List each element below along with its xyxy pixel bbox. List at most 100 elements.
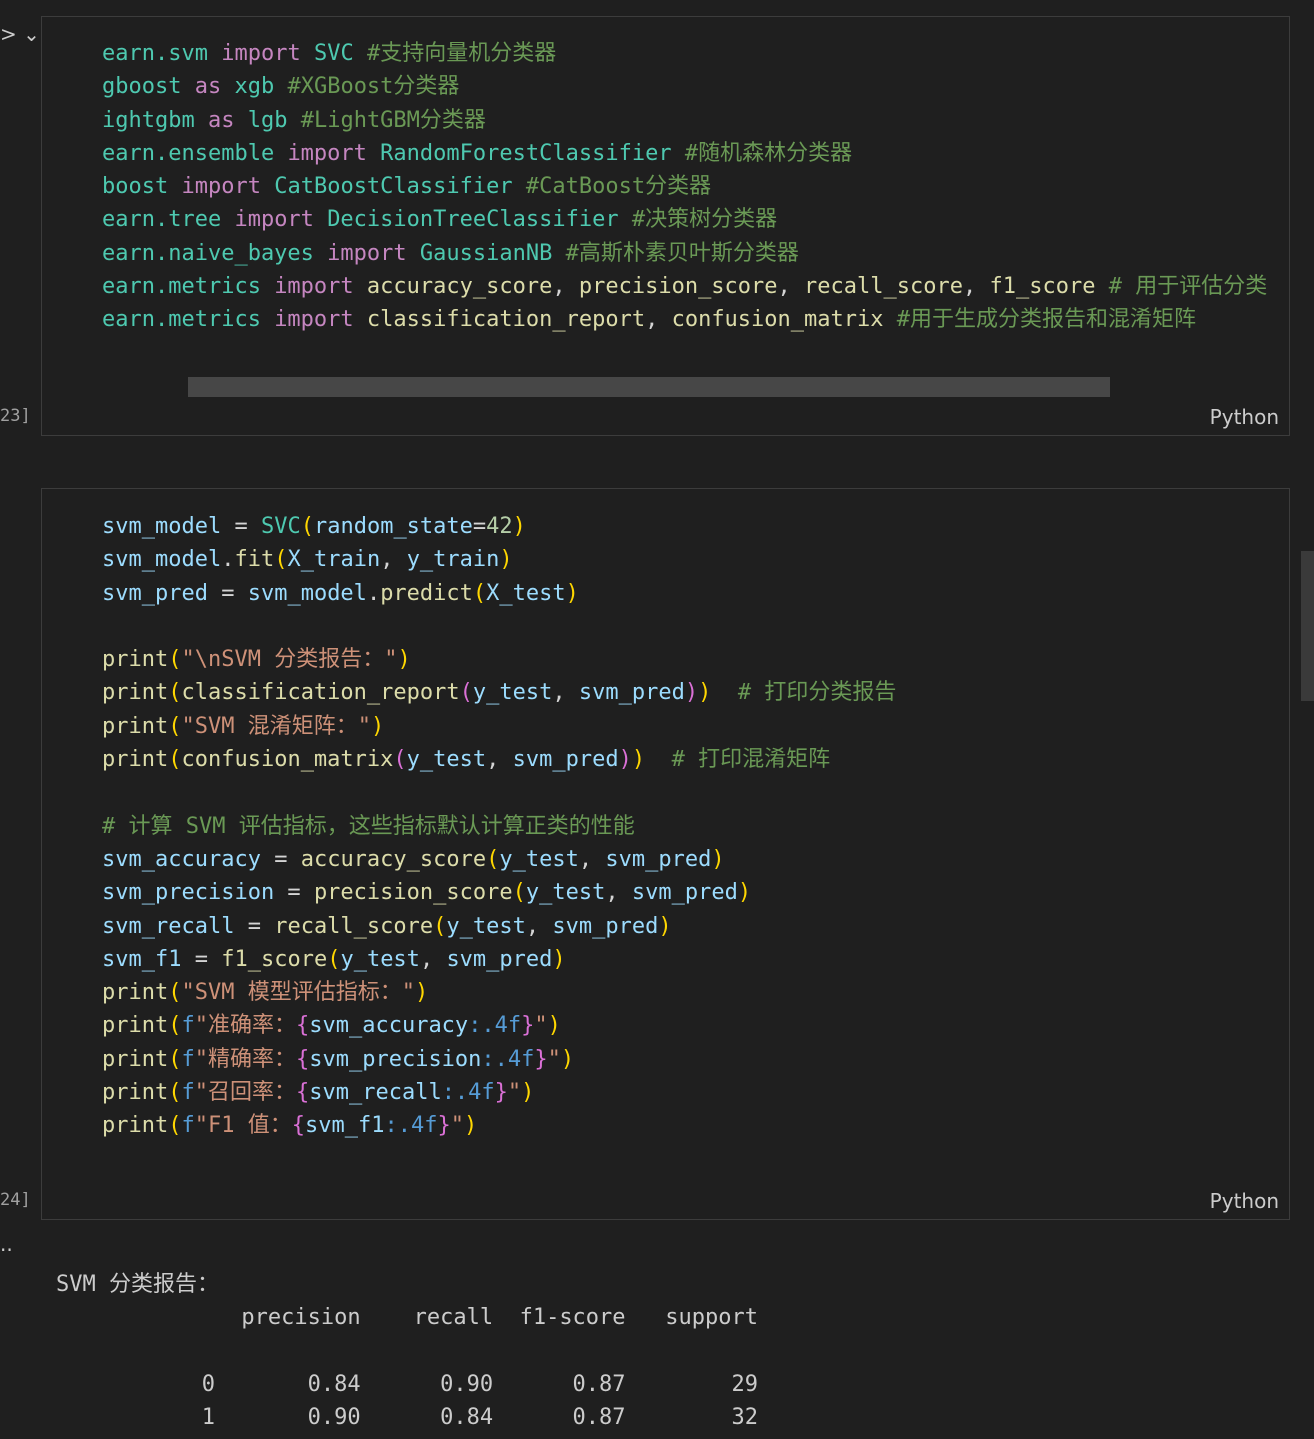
code-editor[interactable]: svm_model = SVC(random_state=42) svm_mode… [102, 510, 896, 1143]
code-token: random_state [313, 514, 473, 539]
code-token: RandomForestClassifier [380, 140, 672, 166]
code-token: "F1 值： [194, 1113, 292, 1139]
code-token: svm_pred [631, 880, 738, 906]
vertical-scrollbar[interactable] [1301, 551, 1314, 701]
code-token: "精确率： [194, 1046, 296, 1072]
code-token: import [181, 174, 261, 200]
output-more-icon[interactable]: .. [0, 1232, 13, 1256]
code-token: svm_recall [102, 913, 235, 939]
code-line: print(f"准确率：{svm_accuracy:.4f}") [102, 1009, 896, 1042]
code-token: # 用于评估分类 [1095, 274, 1268, 300]
code-line: print("\nSVM 分类报告：") [102, 643, 896, 676]
cell-language-label[interactable]: Python [1210, 405, 1279, 429]
code-token: y_test [472, 680, 553, 706]
code-token: , [605, 880, 632, 906]
code-token: :.4f [441, 1080, 495, 1106]
code-token: ( [168, 713, 182, 739]
code-token: import [274, 307, 354, 333]
code-token: , [963, 274, 990, 300]
code-cell-imports[interactable]: earn.svm import SVC #支持向量机分类器 gboost as x… [41, 16, 1290, 436]
code-token: = [181, 946, 222, 972]
code-token: earn.metrics [102, 274, 275, 300]
code-token: GaussianNB [419, 240, 553, 266]
code-token: f [181, 1080, 195, 1106]
collapse-chevron-icon[interactable]: > ⌄ [0, 22, 40, 46]
code-token: DecisionTreeClassifier [327, 207, 619, 233]
code-line: svm_model.fit(X_train, y_train) [102, 543, 896, 576]
code-token: { [295, 1046, 310, 1072]
code-token: recall_score [274, 913, 434, 939]
code-token: CatBoostClassifier [274, 174, 513, 200]
code-token: print [102, 1080, 169, 1106]
code-token: X_train [287, 547, 381, 573]
code-token: #高斯朴素贝叶斯分类器 [552, 240, 799, 266]
cell-language-label[interactable]: Python [1210, 1189, 1279, 1213]
code-token: print [102, 1013, 169, 1039]
code-token: "SVM 混淆矩阵：" [181, 713, 371, 739]
code-token: , [552, 680, 579, 706]
code-token: ( [300, 514, 314, 539]
code-line: earn.ensemble import RandomForestClassif… [102, 137, 1267, 170]
code-token: svm_accuracy [309, 1013, 469, 1039]
code-line: print("SVM 模型评估指标：") [102, 976, 896, 1009]
code-token: #决策树分类器 [618, 207, 778, 233]
code-token: ) [618, 747, 632, 773]
code-cell-svm[interactable]: svm_model = SVC(random_state=42) svm_mode… [41, 488, 1290, 1220]
code-token: ( [168, 1113, 182, 1139]
code-token: fit [234, 547, 275, 573]
code-token: earn.ensemble [102, 140, 288, 166]
code-token: :.4f [481, 1046, 535, 1072]
code-token: { [295, 1080, 310, 1106]
notebook-editor: > ⌄ earn.svm import SVC #支持向量机分类器 gboost … [0, 0, 1314, 1439]
code-token: , [525, 913, 553, 939]
code-token: #CatBoost分类器 [512, 174, 712, 200]
code-token: precision_score [578, 274, 778, 300]
code-token: ) [565, 580, 579, 606]
code-token: , [578, 846, 606, 872]
code-token: ) [414, 980, 429, 1006]
code-token: ) [463, 1113, 478, 1139]
code-token: "\nSVM 分类报告：" [181, 647, 398, 673]
code-token: ) [560, 1046, 575, 1072]
code-token: accuracy_score [366, 274, 553, 300]
code-token: f [181, 1013, 195, 1039]
code-line: gboost as xgb #XGBoost分类器 [102, 70, 1267, 103]
code-token: " [534, 1013, 548, 1039]
code-token: import [274, 274, 354, 300]
code-token: svm_precision [102, 880, 275, 906]
code-token: svm_pred [446, 946, 553, 972]
code-token: print [102, 980, 169, 1006]
code-token: svm_pred [102, 580, 208, 606]
horizontal-scrollbar[interactable] [188, 377, 1110, 397]
code-line: boost import CatBoostClassifier #CatBoos… [102, 170, 1267, 203]
code-token: = [274, 880, 314, 906]
code-token: { [295, 1013, 310, 1039]
code-token: boost [102, 174, 182, 200]
code-token: import [287, 140, 367, 166]
code-token: { [291, 1113, 305, 1139]
code-token: 42 [486, 514, 513, 539]
code-token: earn.metrics [102, 307, 275, 333]
code-line: svm_recall = recall_score(y_test, svm_pr… [102, 910, 896, 943]
output-line: 1 0.90 0.84 0.87 32 [56, 1405, 758, 1431]
code-token: ( [274, 547, 288, 573]
code-token: classification_report [181, 680, 460, 706]
code-token: import [234, 207, 314, 233]
code-token: ( [168, 980, 182, 1006]
code-token: ( [327, 946, 341, 972]
code-editor[interactable]: earn.svm import SVC #支持向量机分类器 gboost as x… [102, 37, 1267, 337]
execution-count: 24] [0, 1190, 31, 1210]
code-token: ( [168, 647, 182, 673]
code-token: classification_report [366, 307, 646, 333]
code-line: # 计算 SVM 评估指标，这些指标默认计算正类的性能 [102, 810, 896, 843]
code-line: earn.metrics import classification_repor… [102, 303, 1267, 336]
